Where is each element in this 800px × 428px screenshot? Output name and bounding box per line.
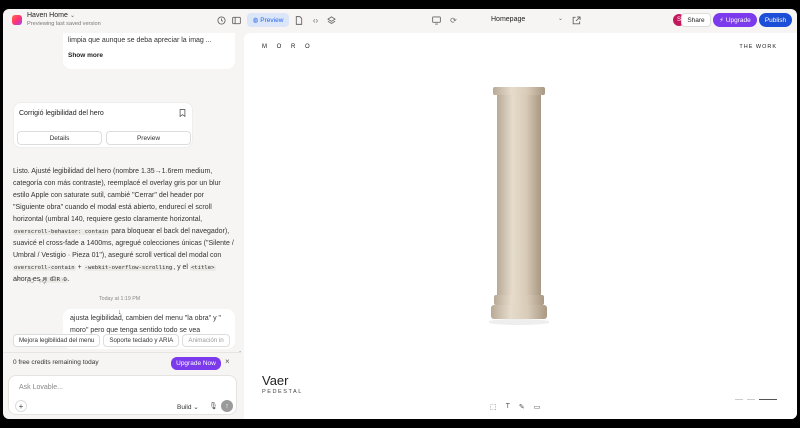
app-window: Haven Home ⌄ Previewing last saved versi… xyxy=(3,9,797,419)
more-icon[interactable]: ⋯ xyxy=(61,276,68,285)
change-card-title: Corrigió legibilidad del hero xyxy=(19,110,104,117)
credits-bar: 0 free credits remaining today Upgrade N… xyxy=(3,352,241,374)
site-logo[interactable]: M O R O xyxy=(262,44,314,50)
suggestion-chip[interactable]: Mejora legibilidad del menu xyxy=(13,334,101,347)
pager-dot[interactable] xyxy=(747,399,755,400)
slide-pager xyxy=(735,399,777,400)
chat-input-placeholder: Ask Lovable... xyxy=(19,384,63,391)
tab-preview-label: Preview xyxy=(260,16,284,24)
top-bar: Haven Home ⌄ Previewing last saved versi… xyxy=(3,9,797,33)
project-subtitle: Previewing last saved version xyxy=(27,21,101,27)
lovable-logo-icon[interactable] xyxy=(12,15,22,25)
previous-message-text: limpia que aunque se deba apreciar la im… xyxy=(68,37,212,44)
send-button[interactable]: ↑ xyxy=(221,400,233,412)
inline-code: overscroll-contain xyxy=(13,265,76,271)
work-title: Vaer xyxy=(262,373,289,388)
work-subtitle: PEDESTAL xyxy=(262,389,303,395)
pager-dot-active[interactable] xyxy=(759,399,777,400)
microphone-icon[interactable]: 🎙︎ xyxy=(209,402,218,410)
inline-code: -webkit-overflow-scrolling xyxy=(83,265,174,271)
user-message-text: ajusta legibilidad, cambien del menu "la… xyxy=(70,315,222,334)
external-link-icon[interactable] xyxy=(571,15,582,26)
message-actions: ↶ 👍︎ 👎︎ ⧉ ⋯ xyxy=(16,276,68,285)
edit-toolbar: ⬚ T ✎ ▭ xyxy=(490,403,540,411)
preview-button[interactable]: Preview xyxy=(106,131,191,145)
monitor-icon[interactable] xyxy=(431,15,442,26)
text-icon[interactable]: T xyxy=(506,403,510,411)
layers-icon[interactable] xyxy=(326,15,337,26)
suggestion-chips: Mejora legibilidad del menu Soporte tecl… xyxy=(13,334,238,347)
select-icon[interactable]: ⬚ xyxy=(490,403,497,411)
project-name[interactable]: Haven Home xyxy=(27,12,68,19)
history-icon[interactable] xyxy=(216,15,227,26)
credits-text: 0 free credits remaining today xyxy=(13,359,99,366)
publish-button[interactable]: Publish xyxy=(759,13,792,27)
column-shaft xyxy=(497,95,541,295)
pencil-icon[interactable]: ✎ xyxy=(519,403,525,411)
undo-icon[interactable]: ↶ xyxy=(16,276,22,285)
file-icon[interactable] xyxy=(293,15,304,26)
mode-label: Build xyxy=(177,404,192,411)
column-shadow xyxy=(489,319,549,325)
sidebar-toggle-icon[interactable] xyxy=(231,15,242,26)
thumbs-down-icon[interactable]: 👎︎ xyxy=(39,276,46,285)
scroll-down-icon[interactable]: ↓ xyxy=(118,309,122,316)
suggestion-chip[interactable]: Soporte teclado y ARIA xyxy=(103,334,180,347)
preview-pane: M O R O THE WORK Vaer PEDESTAL ⬚ T ✎ ▭ xyxy=(244,33,797,419)
upgrade-button[interactable]: ⚡ Upgrade xyxy=(713,13,757,27)
column-base xyxy=(491,305,547,319)
nav-the-work[interactable]: THE WORK xyxy=(739,44,777,50)
pager-dot[interactable] xyxy=(735,399,743,400)
assistant-message: Listo. Ajusté legibilidad del hero (nomb… xyxy=(13,166,235,286)
inline-code: <title> xyxy=(189,265,216,271)
suggestion-chip[interactable]: Animación in xyxy=(182,334,230,347)
share-button[interactable]: Share xyxy=(681,13,711,27)
lightning-icon: ⚡ xyxy=(719,17,724,24)
chat-panel: limpia que aunque se deba apreciar la im… xyxy=(3,33,241,419)
route-label: Homepage xyxy=(491,16,526,23)
upgrade-label: Upgrade xyxy=(725,16,751,24)
show-more-button[interactable]: Show more xyxy=(68,52,103,59)
details-button[interactable]: Details xyxy=(17,131,102,145)
bookmark-icon[interactable] xyxy=(179,109,186,119)
tab-preview[interactable]: ◍ Preview xyxy=(247,13,289,27)
chevron-down-icon: ⌄ xyxy=(557,16,563,22)
inline-code: overscroll-behavior: contain xyxy=(13,229,110,235)
thumbs-up-icon[interactable]: 👍︎ xyxy=(27,276,34,285)
code-icon[interactable]: ‹› xyxy=(310,15,321,26)
column-image xyxy=(489,87,549,325)
close-icon[interactable]: × xyxy=(225,357,230,366)
chat-input[interactable]: Ask Lovable... + Build ⌄ 🎙︎ ↑ xyxy=(8,375,237,415)
upgrade-now-button[interactable]: Upgrade Now xyxy=(171,357,221,370)
column-capital xyxy=(493,87,545,95)
message-timestamp: Today at 1:19 PM xyxy=(99,296,141,302)
mode-selector[interactable]: Build ⌄ xyxy=(177,403,199,411)
message-text: Listo. Ajusté legibilidad del hero (nomb… xyxy=(13,168,221,223)
change-card: Corrigió legibilidad del hero Details Pr… xyxy=(13,102,193,148)
message-text: + xyxy=(77,264,82,271)
message-text: , y el xyxy=(173,264,188,271)
route-selector[interactable]: Homepage ⌄ xyxy=(447,13,567,27)
comment-icon[interactable]: ▭ xyxy=(534,403,541,411)
previous-message-card: limpia que aunque se deba apreciar la im… xyxy=(63,33,235,69)
attach-button[interactable]: + xyxy=(15,400,27,412)
copy-icon[interactable]: ⧉ xyxy=(51,276,56,285)
column-base-ring xyxy=(494,295,544,305)
globe-icon: ◍ xyxy=(252,17,259,24)
chevron-down-icon[interactable]: ⌄ xyxy=(70,12,75,19)
